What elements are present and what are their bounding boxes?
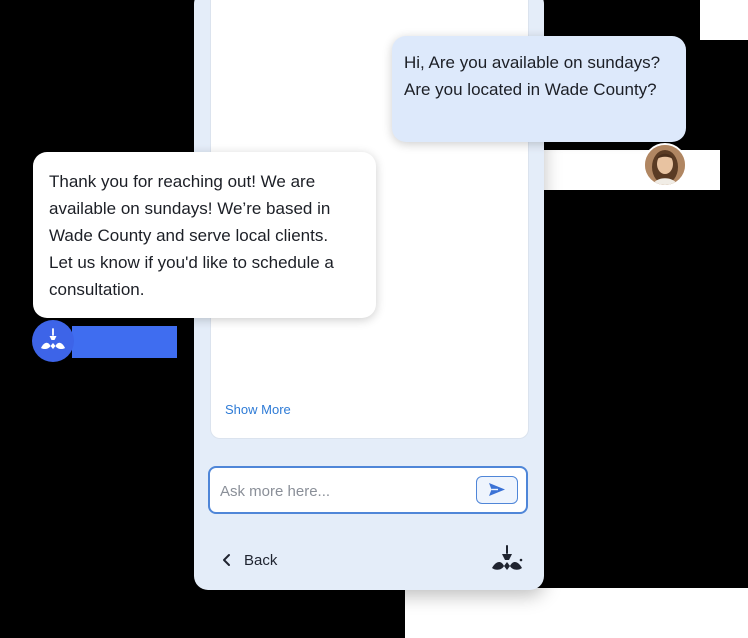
ask-input[interactable] xyxy=(218,478,472,504)
background-block xyxy=(405,588,748,638)
user-avatar-photo xyxy=(645,145,685,185)
user-message-text: Hi, Are you available on sundays? Are yo… xyxy=(404,53,661,99)
send-button[interactable] xyxy=(476,476,518,504)
send-icon xyxy=(489,483,505,496)
background-block xyxy=(540,150,720,190)
bot-avatar-icon xyxy=(41,328,65,350)
background-block xyxy=(700,0,748,40)
back-label: Back xyxy=(244,551,278,569)
bot-avatar xyxy=(32,320,74,362)
brand-logo xyxy=(492,545,523,570)
composer xyxy=(208,466,528,514)
user-avatar xyxy=(643,143,687,187)
chevron-left-icon xyxy=(223,554,230,566)
bot-label-bar xyxy=(72,326,177,358)
back-button[interactable]: Back xyxy=(220,550,277,570)
show-more-link[interactable]: Show More xyxy=(225,402,291,417)
bot-message-bubble: Thank you for reaching out! We are avail… xyxy=(33,152,376,318)
user-message-bubble: Hi, Are you available on sundays? Are yo… xyxy=(392,36,686,142)
bot-message-text: Thank you for reaching out! We are avail… xyxy=(49,172,334,299)
